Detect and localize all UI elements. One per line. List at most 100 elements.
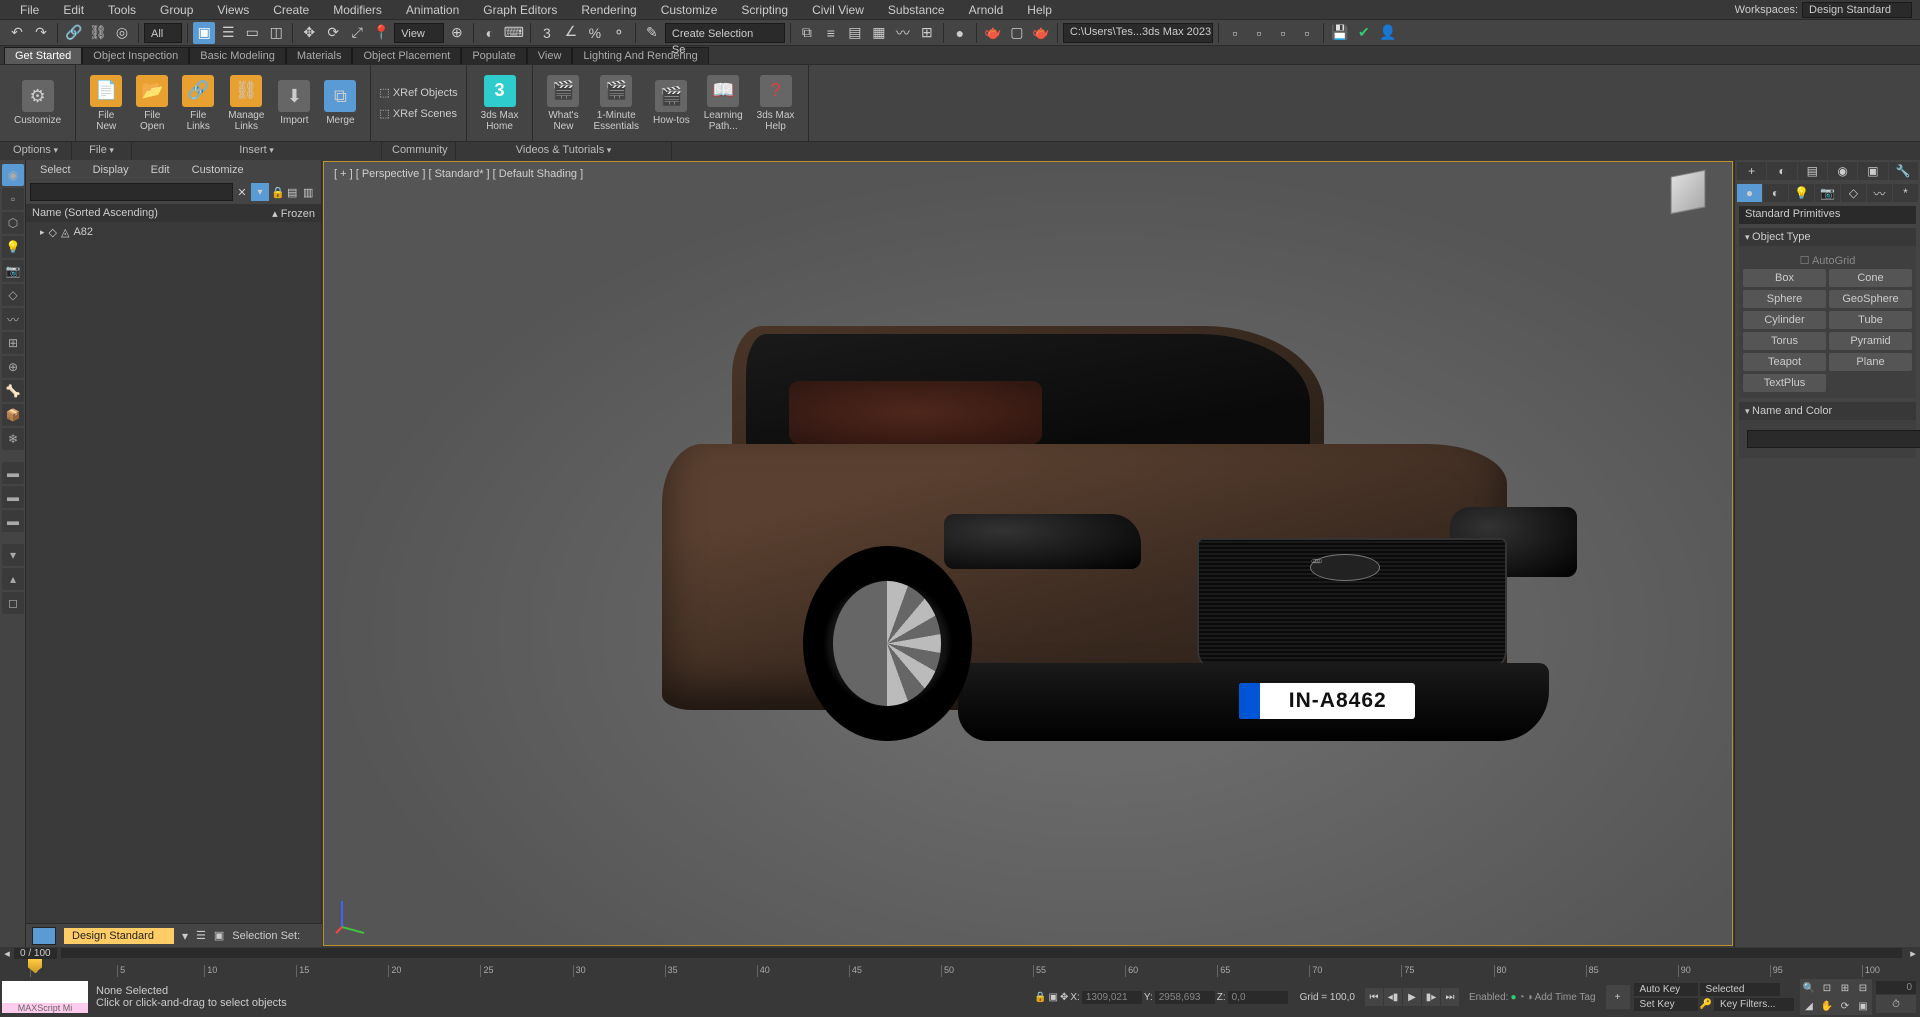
snap-toggle-button[interactable]: 3 [536,22,558,44]
tab-getstarted[interactable]: Get Started [4,47,82,64]
ribbon-label-videos[interactable]: Videos & Tutorials [456,142,672,160]
rail-e6-icon[interactable]: ◻ [2,592,24,614]
placement-button[interactable]: 📍 [370,22,392,44]
lock-selection-icon[interactable]: 🔒 [1034,992,1046,1003]
subtab-lights[interactable]: 💡 [1789,184,1814,202]
tab-hierarchy[interactable]: ▤ [1798,162,1827,180]
keyboard-shortcut-button[interactable]: ⌨ [503,22,525,44]
display-frozen-icon[interactable]: ❄ [2,428,24,450]
rail-e2-icon[interactable]: ▬ [2,486,24,508]
tab-objectinspection[interactable]: Object Inspection [82,47,189,64]
menu-rendering[interactable]: Rendering [569,0,648,20]
y-coord[interactable]: 2958,693 [1155,991,1215,1004]
rail-e1-icon[interactable]: ▬ [2,462,24,484]
key-icon[interactable]: 🔑 [1700,999,1712,1010]
goto-start-button[interactable]: ⏮ [1365,988,1383,1006]
render-button[interactable]: 🫖 [1030,22,1052,44]
display-xrefs-icon[interactable]: ⊕ [2,356,24,378]
max-help-button[interactable]: ? 3ds Max Help [751,73,801,134]
transform-type-icon[interactable]: ✥ [1060,992,1068,1003]
whats-new-button[interactable]: 🎬 What's New [541,73,585,134]
curve-editor-button[interactable]: 〰 [892,22,914,44]
rollout-namecolor[interactable]: Name and Color [1739,402,1916,420]
percent-snap-button[interactable]: % [584,22,606,44]
display-helpers-icon[interactable]: ◇ [2,284,24,306]
time-config-button[interactable]: ⏱ [1876,995,1916,1013]
setkey-large-button[interactable]: + [1606,985,1630,1009]
display-lights-icon[interactable]: 💡 [2,236,24,258]
max-home-button[interactable]: 3 3ds Max Home [475,73,525,134]
keyfilters-button[interactable]: Key Filters... [1714,998,1794,1011]
display-cameras-icon[interactable]: 📷 [2,260,24,282]
axis-gizmo[interactable] [334,895,374,935]
cone-button[interactable]: Cone [1829,269,1912,287]
subtab-shapes[interactable]: ◐ [1763,184,1788,202]
rotate-button[interactable]: ⟳ [322,22,344,44]
autobak2-button[interactable]: ▫ [1248,22,1270,44]
autobak3-button[interactable]: ▫ [1272,22,1294,44]
scene-menu-display[interactable]: Display [85,162,137,178]
maximize-viewport-icon[interactable]: ▣ [1854,997,1872,1015]
file-new-button[interactable]: 📄 File New [84,73,128,134]
viewport-label[interactable]: [ + ] [ Perspective ] [ Standard* ] [ De… [334,168,583,180]
bind-button[interactable]: ◎ [111,22,133,44]
import-button[interactable]: ⬇ Import [272,73,316,134]
prev-frame-button[interactable]: ◂▮ [1384,988,1402,1006]
rollout-objecttype[interactable]: Object Type [1739,228,1916,246]
menu-scripting[interactable]: Scripting [729,0,800,20]
rail-e3-icon[interactable]: ▬ [2,510,24,532]
cylinder-button[interactable]: Cylinder [1743,311,1826,329]
select-object-button[interactable]: ▣ [193,22,215,44]
xref-scenes-button[interactable]: ⬚ XRef Scenes [379,107,457,120]
current-frame-input[interactable]: 0 [1876,981,1916,994]
ribbon-toggle-button[interactable]: ▦ [868,22,890,44]
render-setup-button[interactable]: 🫖 [982,22,1004,44]
tab-display[interactable]: ▣ [1858,162,1887,180]
tab-objectplacement[interactable]: Object Placement [352,47,461,64]
display-bone-icon[interactable]: 🦴 [2,380,24,402]
autogrid-checkbox[interactable]: ☐ AutoGrid [1743,252,1912,269]
display-containers-icon[interactable]: 📦 [2,404,24,426]
keymode-dropdown[interactable]: Selected [1700,983,1780,996]
expand-icon[interactable]: ▸ [40,227,45,238]
tube-button[interactable]: Tube [1829,311,1912,329]
named-selection-dropdown[interactable]: Create Selection Se [665,23,785,43]
autobak4-button[interactable]: ▫ [1296,22,1318,44]
menu-civilview[interactable]: Civil View [800,0,876,20]
link-button[interactable]: 🔗 [63,22,85,44]
tab-view[interactable]: View [527,47,573,64]
align-button[interactable]: ≡ [820,22,842,44]
howtos-button[interactable]: 🎬 How-tos [647,73,696,134]
edit-set-button[interactable]: ✎ [641,22,663,44]
box-button[interactable]: Box [1743,269,1826,287]
mirror-button[interactable]: ⧉ [796,22,818,44]
display-groups-icon[interactable]: ⊞ [2,332,24,354]
layer-button[interactable]: ▤ [844,22,866,44]
menu-group[interactable]: Group [148,0,205,20]
viewport[interactable]: [ + ] [ Perspective ] [ Standard* ] [ De… [323,161,1733,946]
play-button[interactable]: ▶ [1403,988,1421,1006]
display-geometry-icon[interactable]: ▫ [2,188,24,210]
shading-swatch[interactable] [32,927,56,945]
scene-menu-select[interactable]: Select [32,162,79,178]
adaptive-icon[interactable]: ◔ [1518,992,1524,1003]
autokey-button[interactable]: Auto Key [1634,983,1698,996]
tab-basicmodeling[interactable]: Basic Modeling [189,47,286,64]
scale-button[interactable]: ⤢ [346,22,368,44]
timeline-slider[interactable] [61,948,1902,958]
isolate-icon[interactable]: ▣ [214,929,224,942]
subtab-helpers[interactable]: ◇ [1841,184,1866,202]
time-ruler[interactable]: 05 1015 2025 3035 4045 5055 6065 7075 80… [0,959,1920,977]
x-coord[interactable]: 1309,021 [1082,991,1142,1004]
select-manipulate-button[interactable]: ◐ [479,22,501,44]
zoom-extents-icon[interactable]: ⊞ [1836,979,1854,997]
visibility-icon[interactable]: ◇ [49,226,57,239]
customize-button[interactable]: ⚙ Customize [8,78,67,128]
menu-arnold[interactable]: Arnold [957,0,1016,20]
menu-grapheditors[interactable]: Graph Editors [471,0,569,20]
window-crossing-button[interactable]: ◫ [265,22,287,44]
tree-collapse-icon[interactable]: ▥ [303,186,317,199]
save-icon[interactable]: 💾 [1329,22,1351,44]
display-all-icon[interactable]: ◉ [2,164,24,186]
z-coord[interactable]: 0,0 [1228,991,1288,1004]
